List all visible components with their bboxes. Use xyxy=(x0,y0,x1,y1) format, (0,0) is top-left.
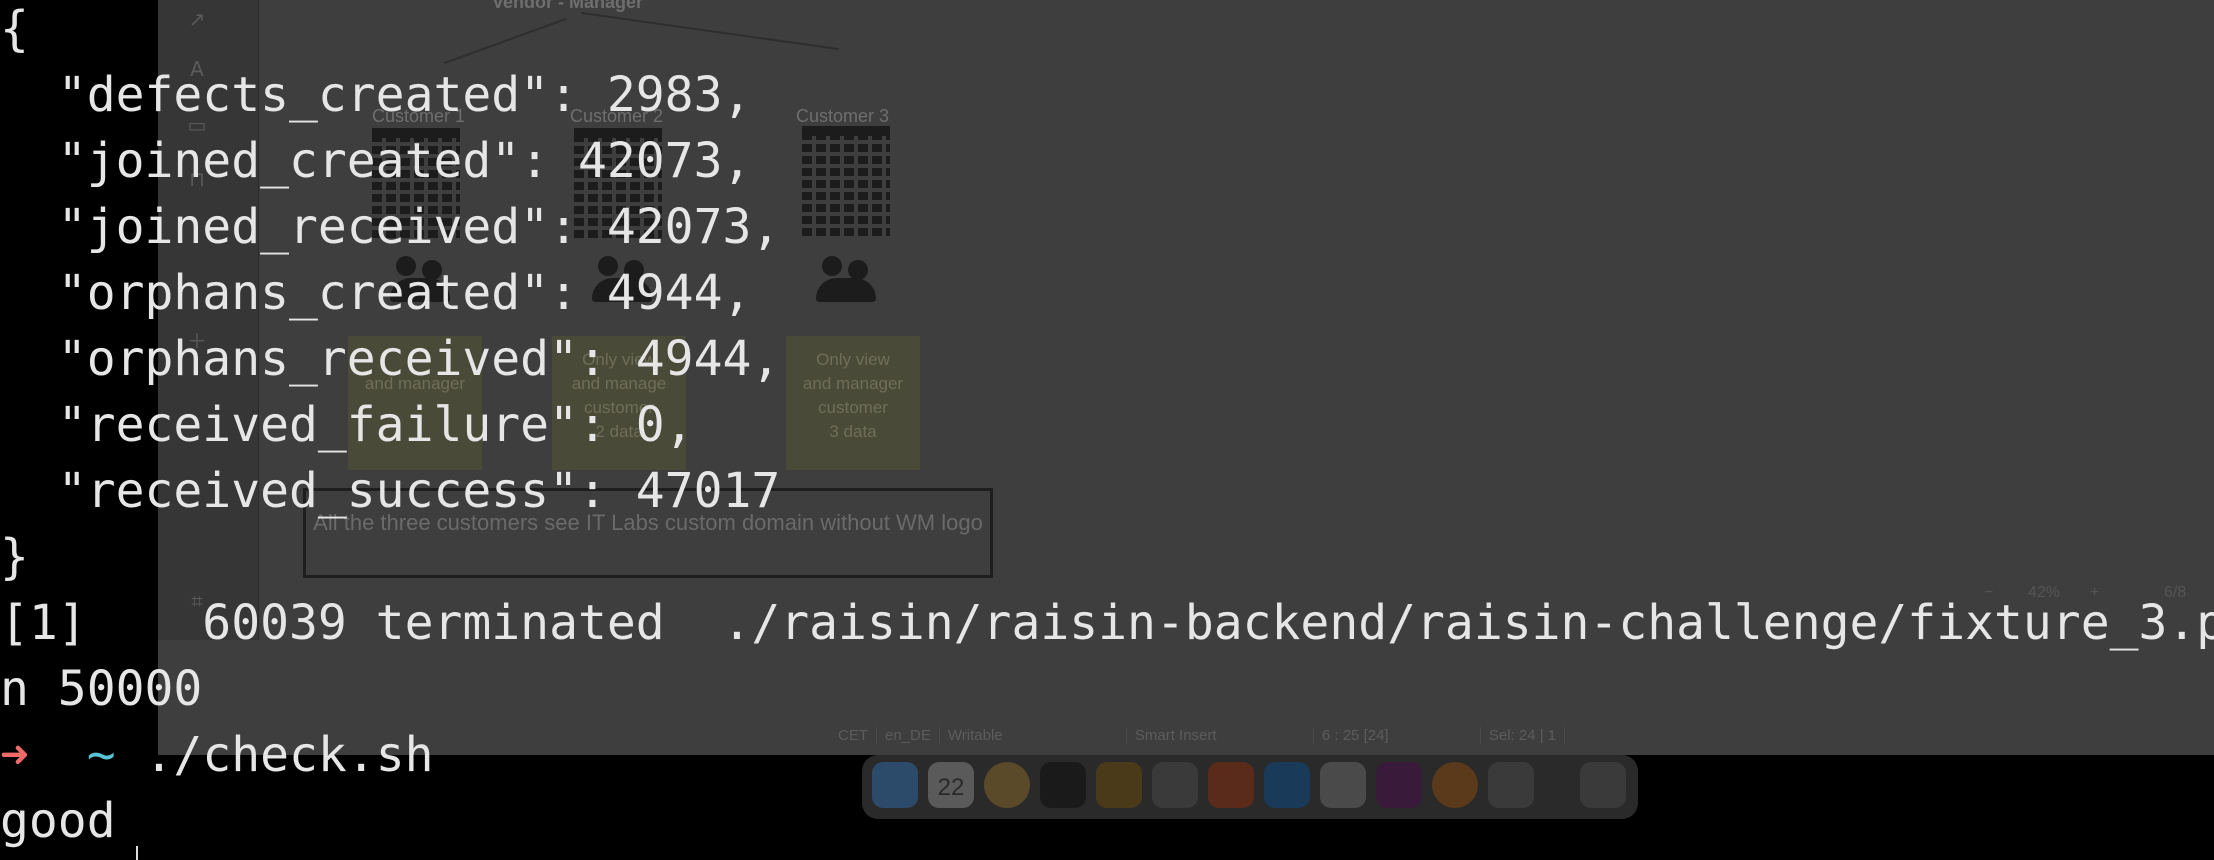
terminal-line: "received_failure": 0, xyxy=(0,397,694,453)
terminal-line: [1] 60039 terminated ./raisin/raisin-bac… xyxy=(0,595,2214,651)
terminal-window[interactable]: { "defects_created": 2983, "joined_creat… xyxy=(0,0,2214,860)
terminal-line: "orphans_received": 4944, xyxy=(0,331,781,387)
terminal-line: } xyxy=(0,529,29,585)
terminal-line: "joined_received": 42073, xyxy=(0,199,781,255)
prompt-arrow-icon: ➜ xyxy=(0,727,29,783)
terminal-prompt-line: ➜ ~ ./check.sh xyxy=(0,722,434,788)
terminal-line: "defects_created": 2983, xyxy=(0,67,752,123)
terminal-line: "orphans_created": 4944, xyxy=(0,265,752,321)
terminal-line: "received_success": 47017 xyxy=(0,463,781,519)
text-cursor xyxy=(136,846,138,860)
terminal-output: good xyxy=(0,793,116,849)
prompt-directory: ~ xyxy=(86,727,116,783)
prompt-command: ./check.sh xyxy=(144,727,434,783)
terminal-line: n 50000 xyxy=(0,661,203,717)
terminal-line: { xyxy=(0,1,29,57)
terminal-line: "joined_created": 42073, xyxy=(0,133,752,189)
